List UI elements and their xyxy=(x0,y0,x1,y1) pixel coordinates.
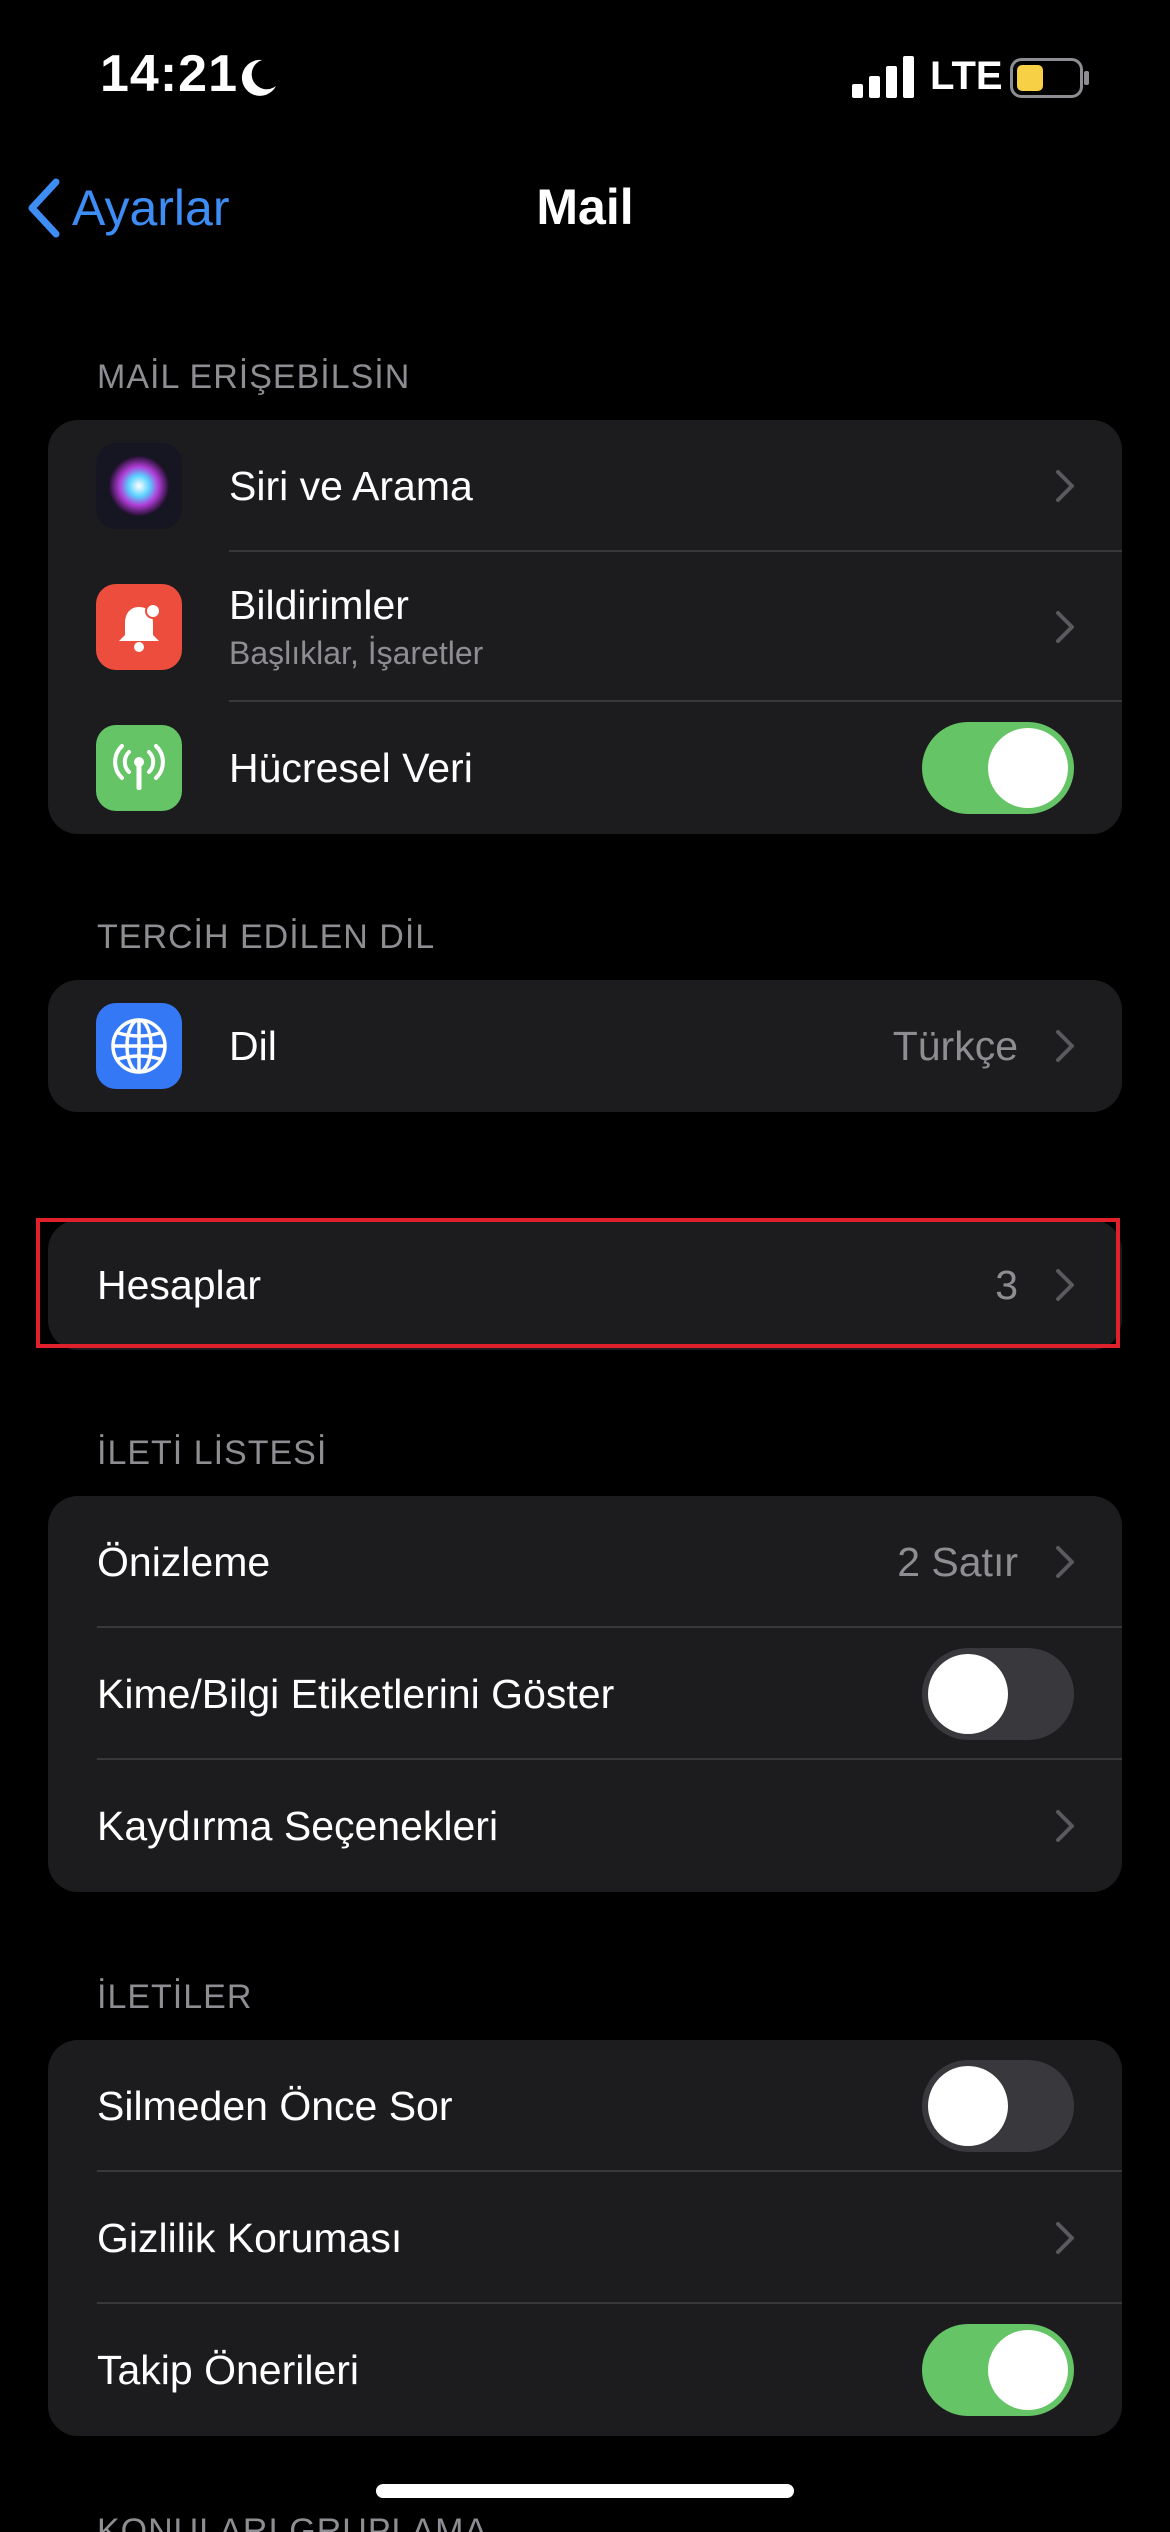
bell-icon xyxy=(96,584,182,670)
preview-label: Önizleme xyxy=(97,1538,271,1585)
section-header-next: KONULARI GRUPLAMA xyxy=(97,2512,489,2532)
ask-before-delete-row: Silmeden Önce Sor xyxy=(48,2040,1122,2172)
cellular-data-label: Hücresel Veri xyxy=(229,744,473,791)
section-header-message-list: İLETİ LİSTESİ xyxy=(97,1434,328,1472)
access-group: Siri ve Arama Bildirimler Başlıklar, İşa… xyxy=(48,420,1122,834)
privacy-protection-row[interactable]: Gizlilik Koruması xyxy=(48,2172,1122,2304)
antenna-icon xyxy=(96,725,182,811)
siri-row[interactable]: Siri ve Arama xyxy=(48,420,1122,552)
messages-group: Silmeden Önce Sor Gizlilik Koruması Taki… xyxy=(48,2040,1122,2436)
notifications-row[interactable]: Bildirimler Başlıklar, İşaretler xyxy=(48,552,1122,702)
accounts-group: Hesaplar 3 xyxy=(48,1220,1122,1350)
show-to-cc-row: Kime/Bilgi Etiketlerini Göster xyxy=(48,1628,1122,1760)
notifications-sublabel: Başlıklar, İşaretler xyxy=(229,635,484,671)
mail-settings-screen: 14:21 LTE Ayarlar Mail MAİL ERİŞEBİLSİN xyxy=(0,0,1170,2532)
section-header-messages: İLETİLER xyxy=(97,1978,253,2016)
language-value: Türkçe xyxy=(892,1022,1018,1069)
accounts-count: 3 xyxy=(995,1261,1018,1308)
language-group: Dil Türkçe xyxy=(48,980,1122,1112)
chevron-right-icon xyxy=(1056,1546,1074,1578)
message-list-group: Önizleme 2 Satır Kime/Bilgi Etiketlerini… xyxy=(48,1496,1122,1892)
home-indicator[interactable] xyxy=(376,2484,794,2498)
swipe-options-label: Kaydırma Seçenekleri xyxy=(97,1802,499,1849)
show-to-cc-toggle[interactable] xyxy=(922,1648,1074,1740)
ask-before-delete-label: Silmeden Önce Sor xyxy=(97,2082,453,2129)
siri-label: Siri ve Arama xyxy=(229,462,473,509)
section-header-language: TERCİH EDİLEN DİL xyxy=(97,918,436,956)
preview-value: 2 Satır xyxy=(897,1538,1018,1585)
language-row[interactable]: Dil Türkçe xyxy=(48,980,1122,1112)
privacy-protection-label: Gizlilik Koruması xyxy=(97,2214,403,2261)
section-header-access: MAİL ERİŞEBİLSİN xyxy=(97,358,411,396)
show-to-cc-label: Kime/Bilgi Etiketlerini Göster xyxy=(97,1670,615,1717)
chevron-right-icon xyxy=(1056,1810,1074,1842)
chevron-right-icon xyxy=(1056,470,1074,502)
status-bar: 14:21 LTE xyxy=(0,0,1170,150)
follow-up-toggle[interactable] xyxy=(922,2324,1074,2416)
siri-icon xyxy=(96,443,182,529)
status-time: 14:21 xyxy=(100,45,238,103)
page-title: Mail xyxy=(536,179,634,235)
network-type: LTE xyxy=(930,54,1003,98)
battery-icon xyxy=(1010,58,1089,98)
accounts-row[interactable]: Hesaplar 3 xyxy=(48,1220,1122,1350)
follow-up-row: Takip Önerileri xyxy=(48,2304,1122,2436)
accounts-label: Hesaplar xyxy=(97,1261,262,1308)
cellular-data-row: Hücresel Veri xyxy=(48,702,1122,834)
chevron-right-icon xyxy=(1056,611,1074,643)
moon-icon xyxy=(241,59,276,96)
chevron-right-icon xyxy=(1056,2222,1074,2254)
ask-before-delete-toggle[interactable] xyxy=(922,2060,1074,2152)
cellular-data-toggle[interactable] xyxy=(922,722,1074,814)
globe-icon xyxy=(96,1003,182,1089)
chevron-right-icon xyxy=(1056,1030,1074,1062)
swipe-options-row[interactable]: Kaydırma Seçenekleri xyxy=(48,1760,1122,1892)
chevron-right-icon xyxy=(1056,1269,1074,1301)
cellular-signal-icon xyxy=(852,56,914,98)
language-label: Dil xyxy=(229,1022,277,1069)
follow-up-label: Takip Önerileri xyxy=(97,2346,360,2393)
notifications-label: Bildirimler xyxy=(229,582,409,628)
preview-row[interactable]: Önizleme 2 Satır xyxy=(48,1496,1122,1628)
